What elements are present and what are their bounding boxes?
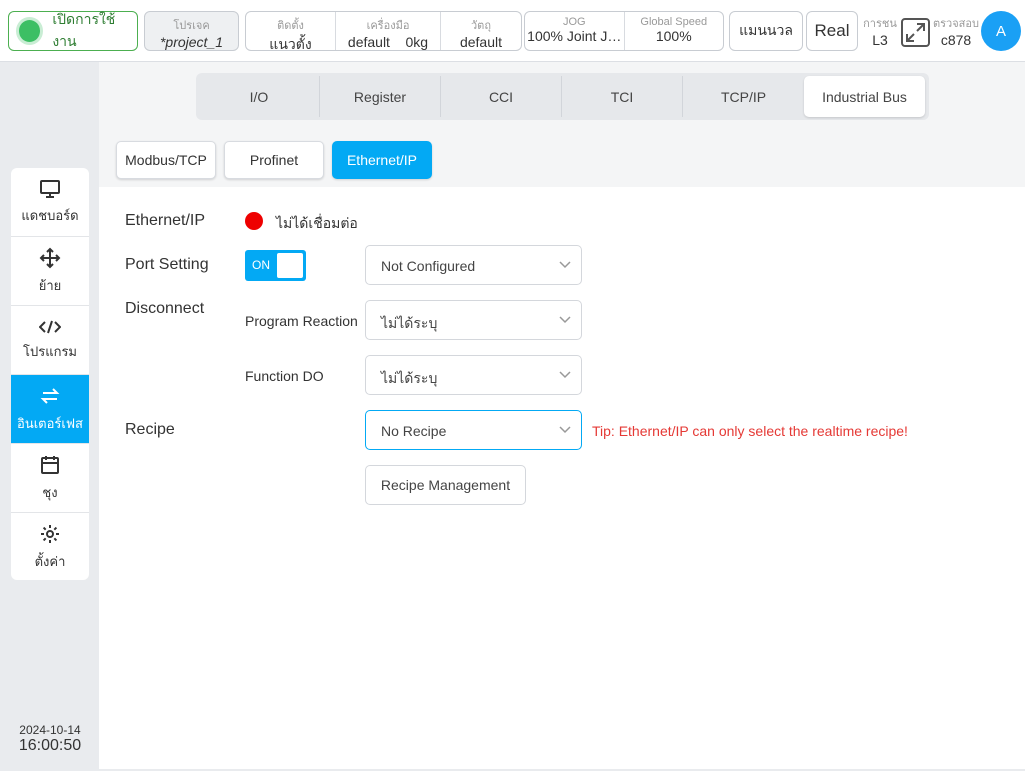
connection-status-text: ไม่ได้เชื่อมต่อ [276,215,358,231]
sidebar-item-label: อินเตอร์เฟส [17,415,83,431]
ethernet-ip-label: Ethernet/IP [125,212,206,229]
sidebar-item-move[interactable]: ย้าย [11,237,89,306]
time-text: 16:00:50 [18,737,82,754]
recipe-select[interactable]: No Recipe [365,410,582,450]
function-do-select[interactable]: ไม่ได้ระบุ [365,355,582,395]
check-value: c878 [940,32,972,48]
install-value: แนวตั้ง [269,36,312,52]
tool-value: default 0kg [336,34,440,50]
installation-panel[interactable]: ติดตั้ง แนวตั้ง เครื่องมือ default 0kg ว… [245,11,522,52]
tab-strip: I/O Register CCI TCI TCP/IP Industrial B… [99,62,1025,187]
program-reaction-label: Program Reaction [245,313,358,329]
port-toggle[interactable]: ON [245,250,306,281]
collision-level[interactable]: การชน L3 [861,14,899,48]
port-select[interactable]: Not Configured [365,245,582,285]
sidebar-item-label: ตั้งค่า [34,554,66,569]
jog-speed-panel[interactable]: JOG 100% Joint J… Global Speed 100% [524,11,724,51]
project-selector[interactable]: โปรเจค *project_1 [144,11,239,51]
chevron-down-icon [559,316,571,324]
object-value: default [459,34,503,50]
function-do-value: ไม่ได้ระบุ [381,370,438,386]
port-setting-label: Port Setting [125,256,209,273]
jog-caption: JOG [562,16,586,28]
power-button[interactable]: เปิดการใช้งาน [8,11,138,51]
program-reaction-value: ไม่ได้ระบุ [381,315,438,331]
power-status-icon [19,20,41,42]
recipe-tip: Tip: Ethernet/IP can only select the rea… [592,423,908,439]
sidebar-item-settings[interactable]: ตั้งค่า [11,513,89,580]
power-label: เปิดการใช้งาน [52,11,116,49]
jog-value: 100% Joint J… [527,28,622,44]
tool-name: default [347,34,390,50]
subtab-modbus-tcp[interactable]: Modbus/TCP [116,141,216,179]
tab-cci[interactable]: CCI [441,76,562,117]
interface-tabs: I/O Register CCI TCI TCP/IP Industrial B… [196,73,929,120]
real-mode-button[interactable]: Real [806,11,858,51]
tool-weight: 0kg [405,34,429,50]
collision-caption: การชน [863,18,897,30]
chevron-down-icon [559,371,571,379]
tab-tci[interactable]: TCI [562,76,683,117]
avatar[interactable]: A [981,11,1021,51]
sidebar-item-dashboard[interactable]: แดชบอร์ด [11,168,89,237]
recipe-management-button[interactable]: Recipe Management [365,465,526,505]
swap-icon [40,387,60,404]
monitor-icon [40,179,60,198]
calendar-icon [41,455,59,474]
code-icon [39,320,61,333]
install-cell[interactable]: ติดตั้ง แนวตั้ง [246,12,336,52]
disconnect-label: Disconnect [125,300,205,317]
program-reaction-select[interactable]: ไม่ได้ระบุ [365,300,582,340]
tab-io[interactable]: I/O [199,76,320,117]
main-panel: I/O Register CCI TCI TCP/IP Industrial B… [99,62,1025,769]
project-caption: โปรเจค [173,20,210,32]
speed-value: 100% [655,28,692,44]
connection-status-icon [245,212,263,230]
function-do-label: Function DO [245,368,324,384]
toggle-text: ON [252,258,270,272]
sidebar-item-label: โปรแกรม [22,343,78,359]
check-status[interactable]: ตรวจสอบ c878 [932,14,980,48]
sidebar-item-interface[interactable]: อินเตอร์เฟส [11,375,89,444]
global-speed-cell[interactable]: Global Speed 100% [625,12,724,50]
tab-tcp-ip[interactable]: TCP/IP [683,76,804,117]
project-value: *project_1 [159,34,224,50]
jog-cell[interactable]: JOG 100% Joint J… [525,12,625,50]
manual-mode-button[interactable]: แมนนวล [729,11,803,51]
sidebar-item-schedule[interactable]: ชุง [11,444,89,513]
sidebar-item-label: ย้าย [38,277,62,293]
sidebar-item-label: แดชบอร์ด [21,207,79,223]
recipe-select-value: No Recipe [381,423,447,439]
object-caption: วัตถุ [471,20,491,32]
sidebar-item-label: ชุง [42,484,58,500]
tool-caption: เครื่องมือ [366,20,410,32]
check-caption: ตรวจสอบ [933,18,979,30]
gear-icon [41,525,59,543]
chevron-down-icon [559,261,571,269]
expand-icon[interactable] [901,18,930,47]
install-caption: ติดตั้ง [277,20,304,32]
top-bar: เปิดการใช้งาน โปรเจค *project_1 ติดตั้ง … [0,0,1025,62]
chevron-down-icon [559,426,571,434]
move-icon [39,247,61,268]
subtab-ethernet-ip[interactable]: Ethernet/IP [332,141,432,179]
toggle-knob [277,253,303,278]
subtab-profinet[interactable]: Profinet [224,141,324,179]
tab-register[interactable]: Register [320,76,441,117]
port-select-value: Not Configured [381,258,476,274]
date-text: 2024-10-14 [19,723,81,737]
recipe-label: Recipe [125,421,175,438]
tab-industrial-bus[interactable]: Industrial Bus [804,76,925,117]
clock: 2024-10-14 16:00:50 [10,723,90,755]
sidebar: แดชบอร์ด ย้าย โปรแกรม อินเตอร์เฟส ชุง ตั… [11,168,89,580]
speed-caption: Global Speed [640,16,708,28]
collision-value: L3 [872,32,888,48]
tool-cell[interactable]: เครื่องมือ default 0kg [336,12,441,50]
sidebar-item-program[interactable]: โปรแกรม [11,306,89,375]
object-cell[interactable]: วัตถุ default [441,12,521,50]
